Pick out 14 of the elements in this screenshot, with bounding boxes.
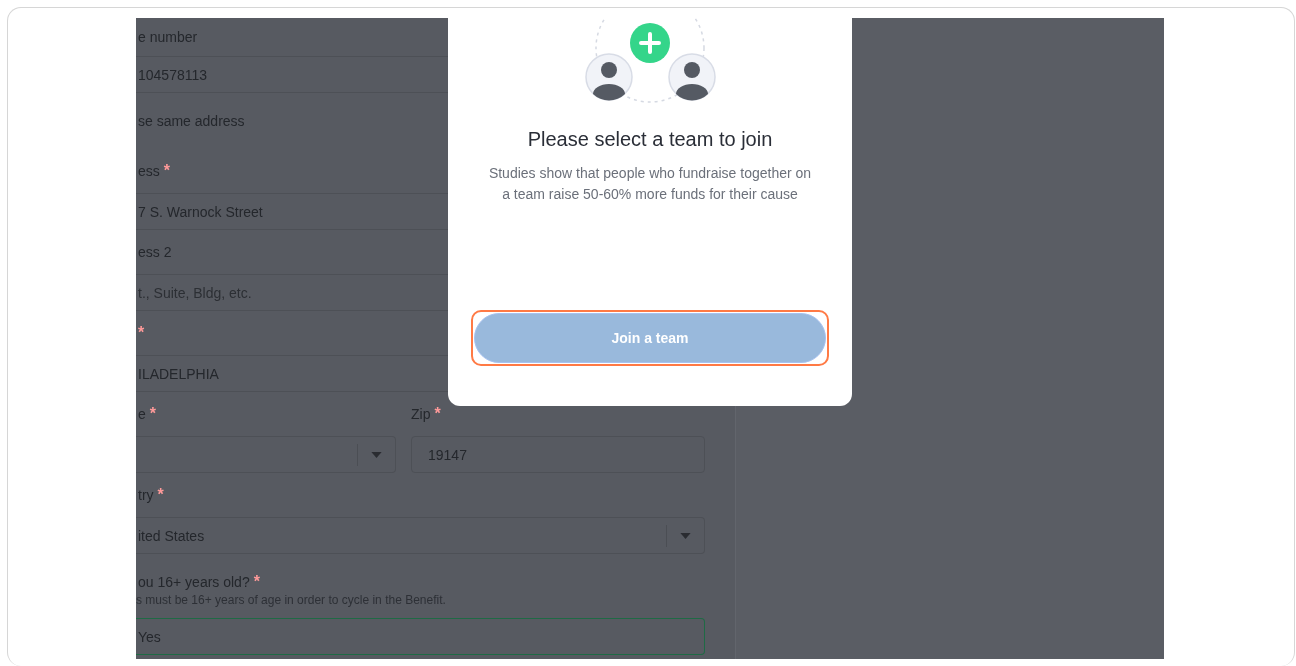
avatar-icon: [585, 53, 633, 101]
modal-title: Please select a team to join: [527, 127, 773, 151]
avatar-icon: [668, 53, 716, 101]
required-mark: *: [157, 487, 164, 503]
join-team-button[interactable]: Join a team: [474, 313, 826, 363]
required-mark: *: [434, 406, 441, 422]
caret-icon: [680, 532, 691, 539]
required-mark: *: [163, 163, 171, 179]
required-mark: *: [138, 325, 145, 341]
plus-icon: [630, 23, 670, 63]
required-mark: *: [149, 406, 157, 422]
select-field[interactable]: [136, 436, 396, 473]
caret-icon: [371, 451, 382, 458]
required-mark: *: [253, 574, 260, 590]
